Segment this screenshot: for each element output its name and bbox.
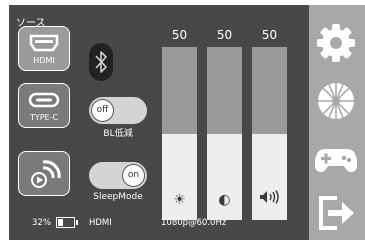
hdmi-port-icon — [29, 34, 59, 52]
gamepad-icon[interactable] — [313, 136, 359, 182]
source-typec-label: TYPE-C — [29, 113, 59, 122]
speaker-icon — [252, 190, 287, 208]
exit-icon[interactable] — [313, 190, 359, 236]
source-cast-button[interactable] — [18, 151, 70, 196]
bl-reduction-state: off — [91, 99, 114, 122]
volume-value: 50 — [261, 28, 278, 42]
source-typec-button[interactable]: TYPE-C — [18, 83, 70, 128]
sun-icon: ☀ — [173, 192, 186, 208]
contrast-icon: ◐ — [218, 192, 231, 208]
gear-icon[interactable] — [313, 20, 359, 66]
brightness-slider[interactable]: ☀ — [162, 47, 197, 220]
screen-cast-icon — [31, 160, 61, 188]
volume-slider[interactable] — [252, 47, 287, 220]
bl-reduction-label: BL低減 — [103, 129, 133, 139]
source-hdmi-button[interactable]: HDMI — [18, 26, 70, 71]
contrast-slider[interactable]: ◐ — [207, 47, 242, 220]
sleep-mode-state: on — [122, 164, 145, 187]
input-source-status: HDMI — [89, 218, 112, 228]
contrast-value: 50 — [216, 28, 233, 42]
battery-fill — [58, 219, 63, 226]
usb-c-port-icon — [28, 92, 60, 108]
battery-percent: 32% — [32, 218, 51, 228]
bl-reduction-toggle[interactable]: off — [89, 97, 147, 124]
sleep-mode-label: SleepMode — [93, 192, 143, 202]
sleep-mode-toggle[interactable]: on — [89, 162, 147, 189]
brightness-value: 50 — [171, 28, 188, 42]
resolution-status: 1080p@60.0Hz — [161, 218, 227, 228]
aperture-icon[interactable] — [313, 78, 359, 124]
bluetooth-icon[interactable] — [89, 43, 113, 81]
battery-icon — [56, 217, 78, 228]
source-hdmi-label: HDMI — [33, 56, 55, 65]
